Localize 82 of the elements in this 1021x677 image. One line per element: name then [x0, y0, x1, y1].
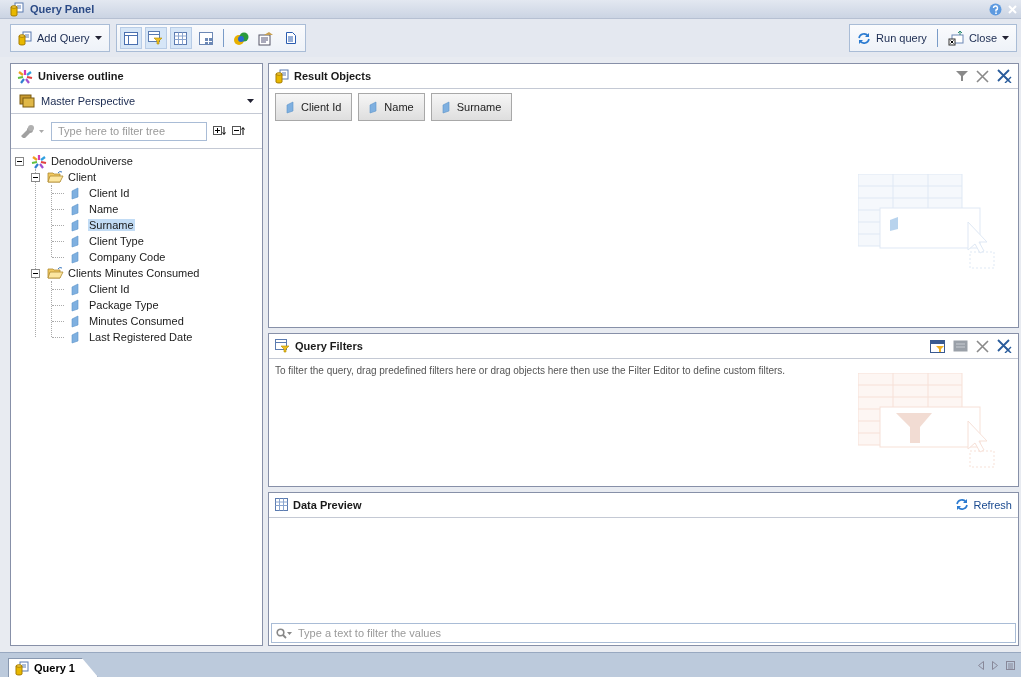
dimension-icon — [71, 218, 79, 232]
filter-table-icon — [148, 31, 164, 45]
folder-icon — [47, 170, 64, 184]
dimension-icon — [71, 282, 79, 296]
view-toggle-button[interactable] — [119, 27, 142, 49]
dimension-icon — [369, 100, 378, 114]
close-window-icon — [947, 30, 964, 46]
remove-all-icon[interactable] — [997, 339, 1012, 354]
database-icon — [18, 30, 32, 46]
panel-title: Data Preview — [293, 498, 363, 511]
tree-item[interactable]: Last Registered Date — [88, 331, 194, 343]
view-toggle-button[interactable] — [144, 27, 167, 49]
database-icon — [15, 660, 29, 676]
tree-item[interactable]: Company Code — [88, 251, 167, 263]
caret-icon — [1002, 36, 1009, 40]
collapse-toggle[interactable] — [31, 172, 40, 182]
result-object[interactable]: Client Id — [275, 93, 353, 121]
filter-values-field[interactable]: Type a text to filter the values — [271, 623, 1016, 643]
tree-item[interactable]: Package Type — [88, 299, 160, 311]
dimension-icon — [71, 298, 79, 312]
panel-title: Query Filters — [295, 340, 364, 353]
tree-item[interactable]: Name — [88, 203, 120, 215]
help-icon[interactable] — [989, 2, 1002, 16]
spheres-icon — [232, 30, 249, 46]
tree-item[interactable]: Clients Minutes Consumed — [67, 267, 201, 279]
panel-title: Universe outline — [38, 70, 125, 82]
database-icon — [275, 68, 289, 84]
caret-icon — [247, 99, 254, 103]
wrench-icon[interactable] — [19, 124, 45, 138]
dimension-icon — [71, 250, 79, 264]
query-tab[interactable]: Query 1 — [8, 658, 98, 677]
collapse-toggle[interactable] — [31, 268, 40, 278]
table-icon — [174, 31, 188, 45]
dimension-icon — [286, 100, 294, 114]
expand-all-icon[interactable] — [213, 126, 226, 136]
filter-icon[interactable] — [956, 70, 968, 82]
panel-layout-icon — [123, 31, 138, 45]
universe-icon — [17, 68, 33, 84]
run-query-button[interactable]: Run query — [853, 27, 931, 49]
close-icon[interactable] — [976, 339, 989, 353]
panel-title: Result Objects — [294, 70, 373, 82]
dimension-icon — [441, 100, 450, 114]
database-icon — [10, 1, 24, 17]
collapse-all-icon[interactable] — [232, 126, 245, 136]
dimension-icon — [71, 202, 79, 216]
universe-icon — [31, 153, 47, 169]
folder-icon — [47, 266, 64, 280]
tree-item[interactable]: DenodoUniverse — [50, 155, 134, 167]
dimension-icon — [71, 314, 79, 328]
page-icon — [285, 32, 296, 44]
dimension-icon — [71, 234, 79, 248]
table-icon — [275, 498, 288, 512]
dimension-icon — [71, 186, 79, 200]
perspective-dropdown[interactable]: Master Perspective — [11, 89, 262, 114]
grid-layout-icon — [198, 31, 213, 45]
refresh-icon — [857, 31, 872, 45]
add-query-button[interactable]: Add Query — [14, 27, 106, 49]
tree-item[interactable]: Surname — [88, 219, 135, 231]
window-title: Query Panel — [30, 3, 96, 15]
filter-table-icon — [275, 339, 290, 354]
tree-item[interactable]: Client Id — [88, 187, 131, 199]
refresh-icon — [955, 498, 970, 512]
refresh-button[interactable]: Refresh — [955, 498, 1012, 512]
close-button[interactable]: Close — [943, 27, 1013, 49]
remove-all-icon[interactable] — [997, 69, 1012, 83]
result-object[interactable]: Name — [358, 93, 425, 121]
filter-tree-field[interactable]: Type here to filter tree — [51, 121, 207, 141]
predefined-filter-icon[interactable] — [930, 339, 945, 353]
dimension-icon — [71, 330, 79, 344]
tree-item[interactable]: Client Id — [88, 283, 131, 295]
filter-hint: To filter the query, drag predefined filters here or drag objects here then use the Filter Editor to define custom filters. — [274, 364, 787, 379]
tree-item[interactable]: Minutes Consumed — [88, 315, 185, 327]
caret-icon — [94, 36, 102, 40]
view-toggle-button[interactable] — [169, 27, 192, 49]
tree-item[interactable]: Client Type — [88, 235, 145, 247]
document-icon — [257, 30, 274, 46]
close-icon[interactable] — [976, 69, 989, 83]
folders-icon — [19, 94, 35, 108]
tree-item[interactable]: Client — [67, 171, 98, 183]
collapse-toggle[interactable] — [15, 156, 24, 166]
comment-icon[interactable] — [953, 339, 968, 353]
result-object[interactable]: Surname — [430, 93, 513, 121]
